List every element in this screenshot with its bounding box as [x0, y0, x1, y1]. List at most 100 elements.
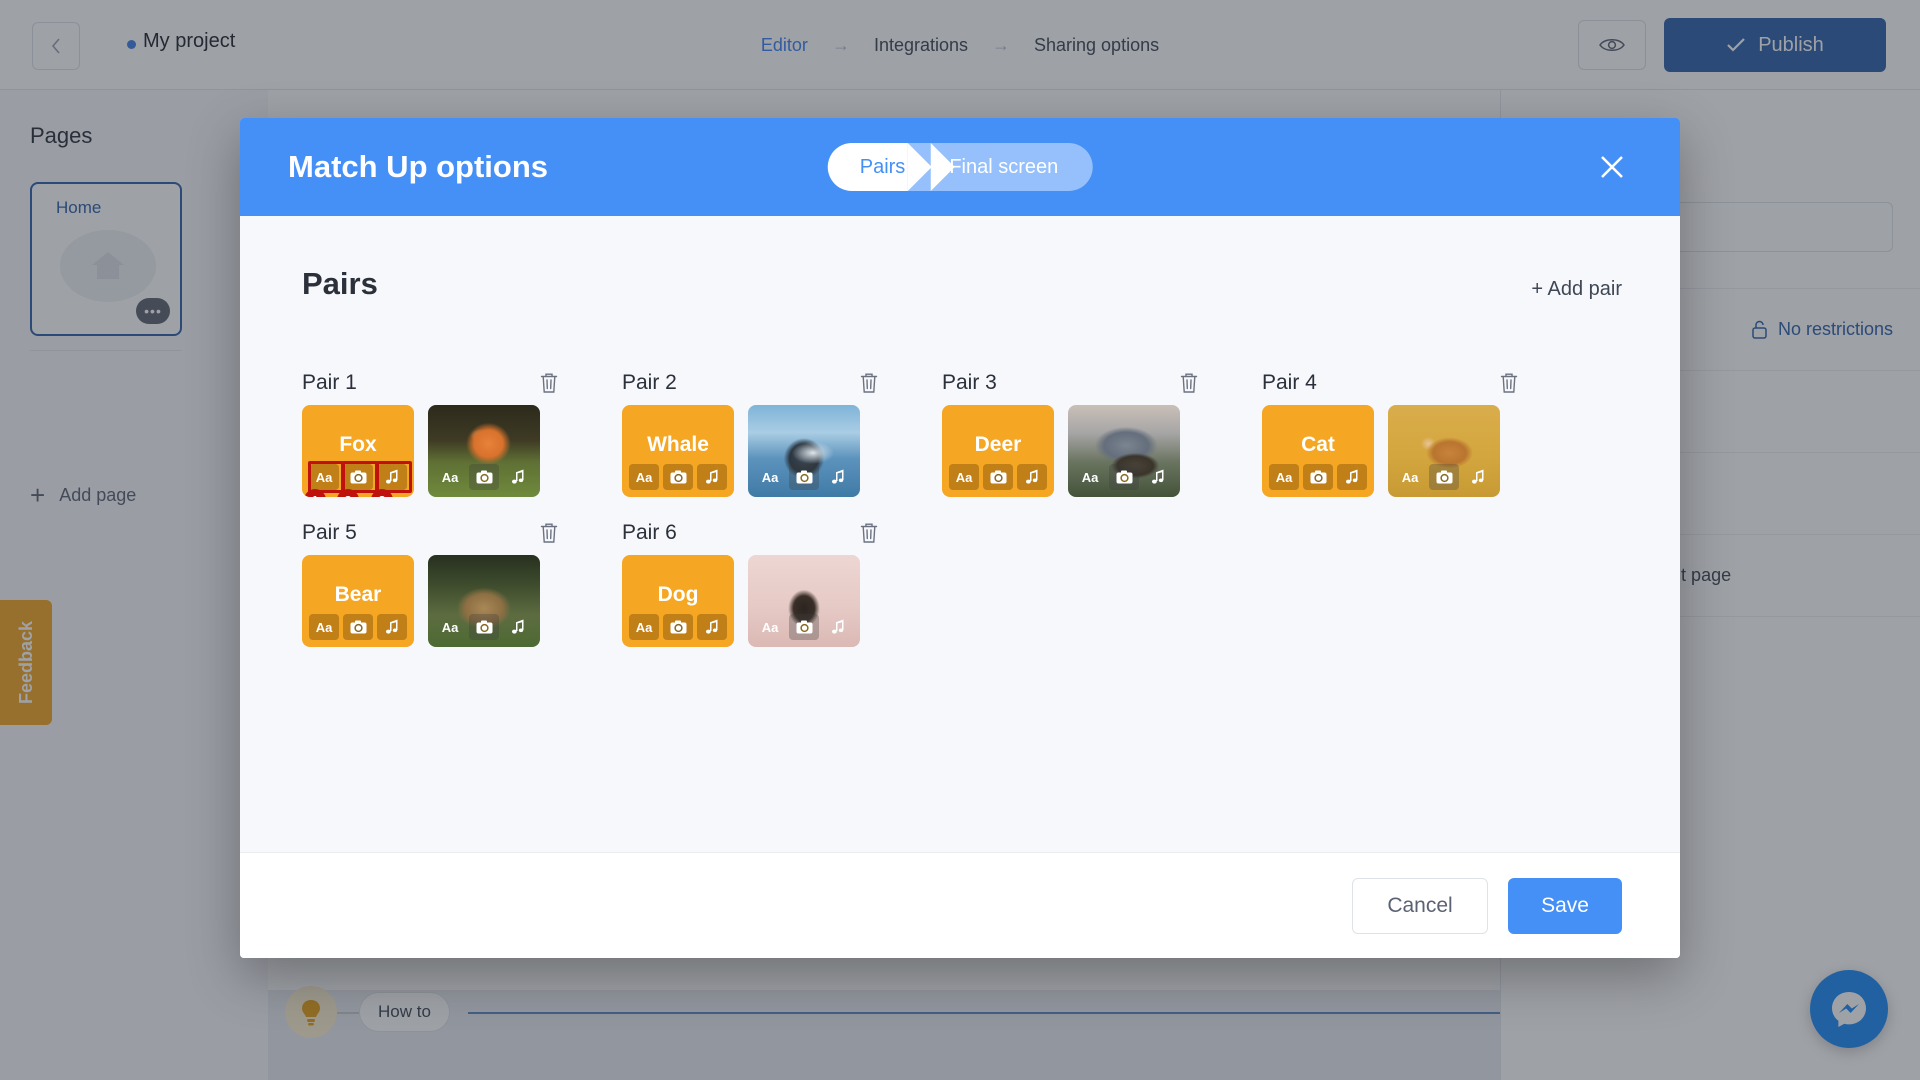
text-card-toolbar: Aa: [309, 464, 407, 490]
pair-image-card[interactable]: Aa: [748, 555, 860, 647]
camera-icon: [796, 470, 812, 484]
text-tool[interactable]: Aa: [629, 464, 659, 490]
image-tool[interactable]: [343, 614, 373, 640]
pair-image-card[interactable]: Aa: [428, 555, 540, 647]
audio-tool[interactable]: [697, 614, 727, 640]
image-tool[interactable]: [1303, 464, 1333, 490]
image-tool[interactable]: [663, 614, 693, 640]
save-button[interactable]: Save: [1508, 877, 1622, 934]
trash-icon: [860, 373, 878, 393]
pair-image-card[interactable]: Aa: [748, 405, 860, 497]
pair-cards: Fox Aa 1 2 3 Aa: [302, 405, 622, 497]
app-root: My project Editor → Integrations → Shari…: [0, 0, 1920, 1080]
text-card-toolbar: Aa: [949, 464, 1047, 490]
text-tool[interactable]: Aa: [629, 614, 659, 640]
image-tool[interactable]: [1429, 464, 1459, 490]
text-tool-glyph: Aa: [441, 619, 459, 635]
text-tool-glyph: Aa: [441, 469, 459, 485]
text-tool[interactable]: Aa: [435, 614, 465, 640]
image-tool[interactable]: [1109, 464, 1139, 490]
pair-item: Pair 2 Whale Aa Aa: [622, 371, 942, 497]
pair-text-card[interactable]: Fox Aa 1 2 3: [302, 405, 414, 497]
music-note-icon: [385, 469, 397, 484]
match-up-options-modal: Match Up options Pairs Final screen Pair…: [240, 118, 1680, 958]
pair-text-card[interactable]: Bear Aa: [302, 555, 414, 647]
text-tool[interactable]: Aa: [755, 464, 785, 490]
delete-pair-button[interactable]: [1178, 371, 1200, 395]
delete-pair-button[interactable]: [538, 371, 560, 395]
camera-icon: [350, 470, 366, 484]
camera-icon: [350, 620, 366, 634]
text-tool[interactable]: Aa: [755, 614, 785, 640]
image-tool[interactable]: [789, 464, 819, 490]
image-tool[interactable]: [469, 464, 499, 490]
camera-icon: [1116, 470, 1132, 484]
pair-image-card[interactable]: Aa: [428, 405, 540, 497]
audio-tool[interactable]: [1143, 464, 1173, 490]
text-tool-glyph: Aa: [635, 619, 653, 635]
audio-tool[interactable]: [1337, 464, 1367, 490]
text-tool-glyph: Aa: [315, 619, 333, 635]
audio-tool[interactable]: [823, 464, 853, 490]
close-icon: [1601, 156, 1623, 178]
delete-pair-button[interactable]: [1498, 371, 1520, 395]
annotation-number-3: 3: [371, 489, 393, 497]
pair-label: Pair 6: [622, 521, 677, 544]
audio-tool[interactable]: [823, 614, 853, 640]
pair-text-card[interactable]: Deer Aa: [942, 405, 1054, 497]
audio-tool[interactable]: [377, 614, 407, 640]
pair-item: Pair 6 Dog Aa Aa: [622, 521, 942, 647]
pair-cards: Bear Aa Aa: [302, 555, 622, 647]
image-card-toolbar: Aa: [755, 614, 853, 640]
pair-image-card[interactable]: Aa: [1068, 405, 1180, 497]
pair-text-card[interactable]: Whale Aa: [622, 405, 734, 497]
pair-text-card[interactable]: Cat Aa: [1262, 405, 1374, 497]
trash-icon: [540, 523, 558, 543]
audio-tool[interactable]: [503, 464, 533, 490]
text-tool[interactable]: Aa: [1269, 464, 1299, 490]
image-tool[interactable]: [663, 464, 693, 490]
text-card-toolbar: Aa: [629, 464, 727, 490]
audio-tool[interactable]: [503, 614, 533, 640]
image-tool[interactable]: [983, 464, 1013, 490]
trash-icon: [1180, 373, 1198, 393]
pair-header: Pair 5: [302, 521, 560, 545]
text-tool[interactable]: Aa: [949, 464, 979, 490]
text-tool[interactable]: Aa: [1075, 464, 1105, 490]
text-card-toolbar: Aa: [1269, 464, 1367, 490]
pair-header: Pair 1: [302, 371, 560, 395]
pair-cards: Whale Aa Aa: [622, 405, 942, 497]
add-pair-button[interactable]: + Add pair: [1531, 278, 1622, 301]
image-card-toolbar: Aa: [435, 614, 533, 640]
image-card-toolbar: Aa: [755, 464, 853, 490]
audio-tool[interactable]: [1463, 464, 1493, 490]
text-tool[interactable]: Aa: [1395, 464, 1425, 490]
text-tool[interactable]: Aa: [435, 464, 465, 490]
cancel-button[interactable]: Cancel: [1352, 877, 1488, 934]
delete-pair-button[interactable]: [858, 371, 880, 395]
pair-image-card[interactable]: Aa: [1388, 405, 1500, 497]
text-tool-glyph: Aa: [315, 469, 333, 485]
delete-pair-button[interactable]: [538, 521, 560, 545]
audio-tool[interactable]: [697, 464, 727, 490]
music-note-icon: [705, 619, 717, 634]
text-tool[interactable]: Aa: [309, 614, 339, 640]
modal-body: Pairs + Add pair Pair 1 Fox Aa 1 2 3 Aa …: [240, 216, 1680, 852]
music-note-icon: [705, 469, 717, 484]
music-note-icon: [511, 619, 523, 634]
image-tool[interactable]: [789, 614, 819, 640]
pair-header: Pair 2: [622, 371, 880, 395]
modal-close-button[interactable]: [1594, 149, 1630, 185]
pair-cards: Dog Aa Aa: [622, 555, 942, 647]
image-tool[interactable]: [469, 614, 499, 640]
audio-tool[interactable]: [377, 464, 407, 490]
delete-pair-button[interactable]: [858, 521, 880, 545]
image-tool[interactable]: [343, 464, 373, 490]
audio-tool[interactable]: [1017, 464, 1047, 490]
pair-header: Pair 3: [942, 371, 1200, 395]
camera-icon: [476, 470, 492, 484]
pair-text-card[interactable]: Dog Aa: [622, 555, 734, 647]
text-tool-glyph: Aa: [955, 469, 973, 485]
music-note-icon: [1025, 469, 1037, 484]
text-tool[interactable]: Aa: [309, 464, 339, 490]
